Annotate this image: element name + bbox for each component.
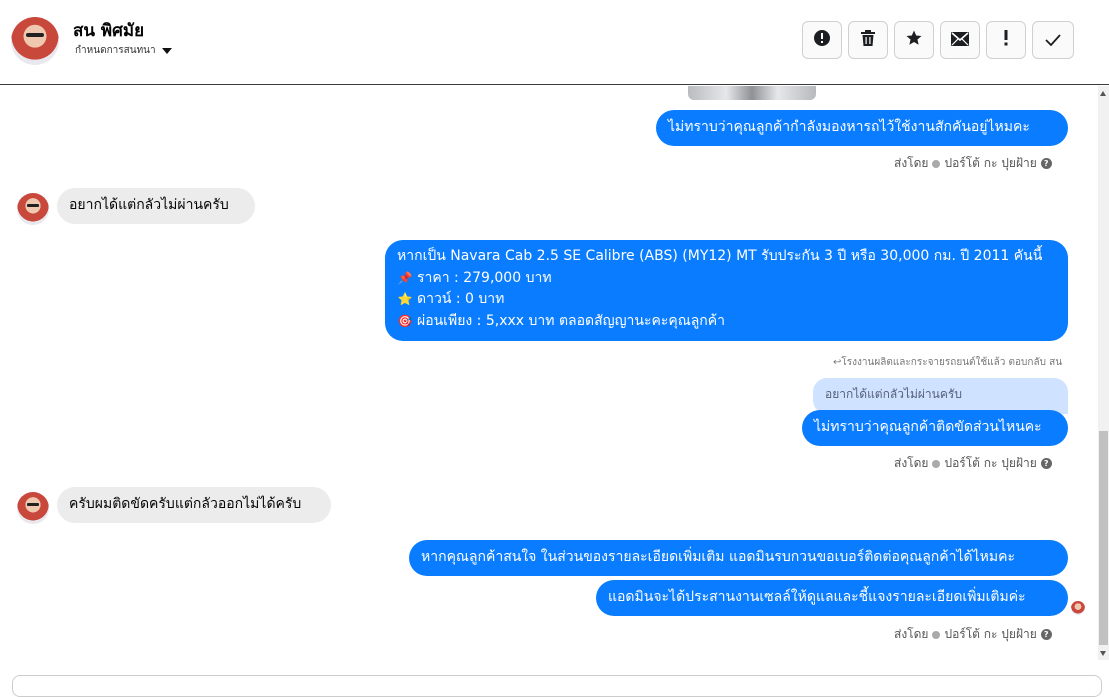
avatar[interactable] [17, 492, 49, 524]
help-icon[interactable]: ? [1040, 629, 1052, 640]
scrollbar-thumb[interactable] [1099, 431, 1108, 645]
mark-done-button[interactable] [1032, 21, 1074, 59]
spam-button[interactable] [986, 21, 1026, 59]
message-line: 📌 ราคา : 279,000 บาท [397, 268, 1056, 290]
target-icon: 🎯 [397, 313, 413, 328]
sent-by-agent: ปอร์โต้ กะ ปุยฝ้าย [944, 456, 1037, 470]
help-icon[interactable]: ? [1040, 458, 1052, 469]
exclamation-icon [1003, 30, 1009, 50]
message-line-text: หากเป็น Navara Cab 2.5 SE Calibre (ABS) … [397, 248, 1043, 265]
help-icon[interactable]: ? [1040, 158, 1052, 169]
action-toolbar [802, 21, 1074, 59]
sent-by-prefix: ส่งโดย [894, 456, 929, 470]
star-icon: ⭐ [397, 292, 413, 307]
trash-icon [860, 29, 876, 51]
conversation-settings-dropdown[interactable]: กำหนดการสนทนา [75, 43, 172, 58]
sent-by-label: ส่งโดย ปอร์โต้ กะ ปุยฝ้าย ? [894, 454, 1052, 473]
scroll-down-icon[interactable] [1100, 651, 1106, 656]
conversation-header: สน พิศมัย กำหนดการสนทนา [0, 0, 1109, 85]
message-thread[interactable]: ไม่ทราบว่าคุณลูกค้ากำลังมองหารถไว้ใช้งาน… [0, 86, 1098, 660]
message-line: ⭐ ดาวน์ : 0 บาท [397, 289, 1056, 311]
check-icon [1045, 31, 1061, 50]
car-image-attachment[interactable] [688, 86, 816, 100]
avatar[interactable] [17, 193, 49, 225]
message-line: 🎯 ผ่อนเพียง : 5,xxx บาท ตลอดสัญญานะคะคุณ… [397, 311, 1056, 333]
message-line-text: ราคา : 279,000 บาท [417, 269, 552, 286]
contact-name[interactable]: สน พิศมัย [73, 17, 144, 44]
sent-by-agent: ปอร์โต้ กะ ปุยฝ้าย [944, 627, 1037, 641]
message-line: หากเป็น Navara Cab 2.5 SE Calibre (ABS) … [397, 246, 1056, 268]
envelope-icon [951, 31, 969, 50]
star-icon [905, 29, 923, 51]
outgoing-message[interactable]: หากเป็น Navara Cab 2.5 SE Calibre (ABS) … [385, 240, 1068, 341]
scroll-up-icon[interactable] [1100, 91, 1106, 96]
pushpin-icon: 📌 [397, 270, 413, 285]
conversation-settings-label: กำหนดการสนทนา [75, 45, 156, 56]
sent-by-prefix: ส่งโดย [894, 627, 929, 641]
status-icon [932, 159, 941, 168]
report-icon [813, 29, 831, 51]
incoming-message[interactable]: อยากได้แต่กลัวไม่ผ่านครับ [57, 188, 255, 224]
report-button[interactable] [802, 21, 842, 59]
reply-note: ↩โรงงานผลิตและกระจายรถยนต์ใช้แล้ว ตอบกลั… [833, 355, 1062, 370]
sent-by-label: ส่งโดย ปอร์โต้ กะ ปุยฝ้าย ? [894, 154, 1052, 173]
outgoing-message[interactable]: แอดมินจะได้ประสานงานเซลล์ให้ดูแลและชี้แจ… [596, 580, 1068, 616]
avatar[interactable] [11, 17, 59, 65]
status-icon [932, 459, 941, 468]
caret-down-icon [161, 47, 172, 54]
reply-note-text: โรงงานผลิตและกระจายรถยนต์ใช้แล้ว ตอบกลับ… [841, 357, 1063, 368]
quoted-message[interactable]: อยากได้แต่กลัวไม่ผ่านครับ [813, 378, 1068, 414]
outgoing-message[interactable]: หากคุณลูกค้าสนใจ ในส่วนของรายละเอียดเพิ่… [409, 540, 1068, 576]
scrollbar[interactable] [1098, 86, 1109, 660]
seen-avatar [1071, 601, 1085, 615]
star-button[interactable] [894, 21, 934, 59]
delete-button[interactable] [848, 21, 888, 59]
sent-by-label: ส่งโดย ปอร์โต้ กะ ปุยฝ้าย ? [894, 625, 1052, 644]
outgoing-message[interactable]: ไม่ทราบว่าคุณลูกค้าติดขัดส่วนไหนคะ [802, 410, 1068, 446]
incoming-message[interactable]: ครับผมติดขัดครับแต่กลัวออกไม่ได้ครับ [57, 487, 331, 523]
outgoing-message[interactable]: ไม่ทราบว่าคุณลูกค้ากำลังมองหารถไว้ใช้งาน… [656, 110, 1068, 146]
message-composer[interactable] [12, 675, 1102, 697]
message-line-text: ผ่อนเพียง : 5,xxx บาท ตลอดสัญญานะคะคุณลู… [417, 312, 725, 329]
sent-by-prefix: ส่งโดย [894, 156, 929, 170]
message-line-text: ดาวน์ : 0 บาท [417, 291, 505, 308]
status-icon [932, 630, 941, 639]
sent-by-agent: ปอร์โต้ กะ ปุยฝ้าย [944, 156, 1037, 170]
mark-unread-button[interactable] [940, 21, 980, 59]
